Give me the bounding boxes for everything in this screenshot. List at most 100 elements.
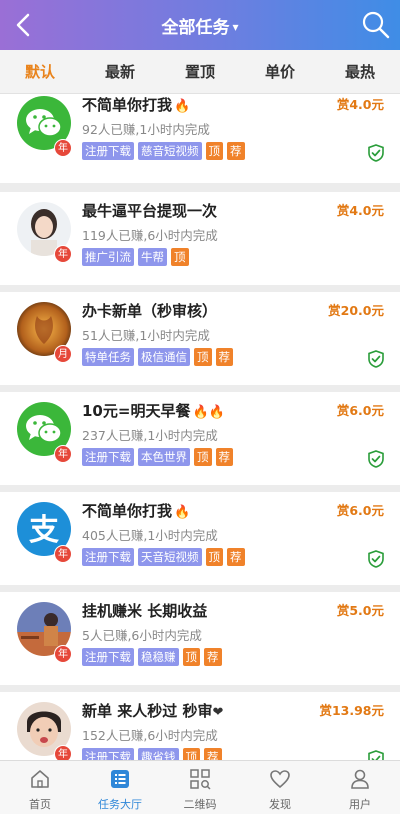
task-title: 挂机赚米 长期收益: [82, 600, 207, 621]
tabbar-item-user[interactable]: 用户: [320, 761, 400, 814]
task-tag: 极信通信: [138, 348, 190, 366]
task-title-text: 新单 来人秒过 秒审: [82, 702, 213, 720]
task-title-text: 最牛逼平台提现一次: [82, 202, 218, 220]
heart-icon: ❤: [212, 705, 224, 720]
task-title: 新单 来人秒过 秒审❤: [82, 700, 223, 721]
page-title-text: 全部任务: [161, 18, 230, 38]
membership-badge: 年: [54, 545, 72, 563]
sort-tabs: 默认 最新 置顶 单价 最热: [0, 50, 400, 94]
task-tag: 趣省钱: [138, 748, 179, 760]
home-icon: [31, 770, 49, 788]
verified-shield-icon: [368, 144, 384, 162]
task-tag: 注册下载: [82, 142, 134, 160]
task-tag: 特单任务: [82, 348, 134, 366]
task-title: 不简单你打我 🔥: [82, 94, 190, 115]
task-tag: 注册下载: [82, 548, 134, 566]
task-list-item[interactable]: 月 办卡新单（秒审核） 51人已赚,1小时内完成 特单任务 极信通信顶荐 赏20.0元: [0, 292, 400, 385]
task-tag: 顶: [194, 448, 212, 466]
task-tag: 天音短视频: [138, 548, 202, 566]
task-tag: 稳稳赚: [138, 648, 179, 666]
search-icon[interactable]: [360, 9, 392, 41]
task-title: 不简单你打我 🔥: [82, 500, 190, 521]
top-bar: 全部任务 ▾: [0, 0, 400, 50]
page-title[interactable]: 全部任务 ▾: [0, 13, 400, 38]
membership-badge: 年: [54, 445, 72, 463]
task-title-text: 10元=明天早餐: [82, 402, 191, 420]
tabbar-label: 二维码: [183, 798, 217, 811]
task-stats: 92人已赚,1小时内完成: [82, 122, 210, 137]
task-tag: 注册下载: [82, 748, 134, 760]
task-tags: 注册下载 慈音短视频顶荐: [82, 142, 245, 160]
tab-price[interactable]: 单价: [240, 50, 320, 93]
tabbar-label: 发现: [269, 798, 291, 811]
tab-newest[interactable]: 最新: [80, 50, 160, 93]
task-title: 办卡新单（秒审核）: [82, 300, 217, 321]
task-list-item[interactable]: 年 最牛逼平台提现一次 119人已赚,6小时内完成 推广引流 牛帮顶 赏4.0元: [0, 192, 400, 285]
verified-shield-icon: [368, 350, 384, 368]
task-tag: 顶: [182, 648, 200, 666]
task-tag: 顶: [171, 248, 189, 266]
task-list: 年不简单你打我 🔥 92人已赚,1小时内完成 注册下载 慈音短视频顶荐赏4.0元年最牛逼…: [0, 94, 400, 760]
task-tag: 顶: [194, 348, 212, 366]
fire-icon: 🔥🔥: [192, 405, 225, 420]
heart-icon: [270, 770, 290, 789]
task-tag: 荐: [204, 748, 222, 760]
task-reward: 赏4.0元: [336, 97, 384, 112]
chevron-down-icon: ▾: [232, 20, 239, 34]
task-reward: 赏6.0元: [336, 403, 384, 418]
verified-shield-icon: [368, 450, 384, 468]
task-stats: 152人已赚,6小时内完成: [82, 728, 218, 743]
tabbar-item-qrcode[interactable]: 二维码: [160, 761, 240, 814]
task-tag: 荐: [215, 448, 233, 466]
task-tags: 注册下载 本色世界顶荐: [82, 448, 233, 466]
task-list-item[interactable]: 年 新单 来人秒过 秒审❤ 152人已赚,6小时内完成 注册下载 趣省钱顶荐 赏13.98…: [0, 692, 400, 760]
task-tags: 特单任务 极信通信顶荐: [82, 348, 233, 366]
list-icon: [111, 770, 129, 788]
task-stats: 237人已赚,1小时内完成: [82, 428, 218, 443]
svg-text:支: 支: [29, 513, 59, 548]
task-tag: 顶: [182, 748, 200, 760]
task-tag: 荐: [215, 348, 233, 366]
membership-badge: 年: [54, 745, 72, 760]
tabbar-item-discover[interactable]: 发现: [240, 761, 320, 814]
membership-badge: 月: [54, 345, 72, 363]
task-tag: 荐: [227, 548, 245, 566]
task-tag: 本色世界: [138, 448, 190, 466]
task-stats: 405人已赚,1小时内完成: [82, 528, 218, 543]
tabbar-label: 首页: [29, 798, 51, 811]
task-tag: 顶: [205, 548, 223, 566]
fire-icon: 🔥: [174, 99, 191, 114]
task-stats: 119人已赚,6小时内完成: [82, 228, 218, 243]
task-title-text: 办卡新单（秒审核）: [82, 302, 218, 320]
task-title-text: 挂机赚米 长期收益: [82, 602, 208, 620]
bottom-tab-bar: 首页 任务大厅 二维码 发现 用户: [0, 760, 400, 814]
task-tags: 注册下载 趣省钱顶荐: [82, 748, 222, 760]
task-title-text: 不简单你打我: [82, 502, 173, 520]
task-tag: 牛帮: [138, 248, 167, 266]
tabbar-item-home[interactable]: 首页: [0, 761, 80, 814]
task-tags: 注册下载 稳稳赚顶荐: [82, 648, 222, 666]
task-list-item[interactable]: 支年 不简单你打我 🔥 405人已赚,1小时内完成 注册下载 天音短视频顶荐 赏6.0元: [0, 492, 400, 585]
task-tag: 慈音短视频: [138, 142, 202, 160]
task-tag: 推广引流: [82, 248, 134, 266]
task-list-item[interactable]: 年 挂机赚米 长期收益 5人已赚,6小时内完成 注册下载 稳稳赚顶荐 赏5.0元: [0, 592, 400, 685]
task-reward: 赏5.0元: [336, 603, 384, 618]
task-tag: 顶: [205, 142, 223, 160]
tab-pinned[interactable]: 置顶: [160, 50, 240, 93]
verified-shield-icon: [368, 750, 384, 760]
task-title-text: 不简单你打我: [82, 96, 173, 114]
tab-default[interactable]: 默认: [0, 50, 80, 93]
membership-badge: 年: [54, 645, 72, 663]
membership-badge: 年: [54, 245, 72, 263]
task-list-item[interactable]: 年 不简单你打我 🔥 92人已赚,1小时内完成 注册下载 慈音短视频顶荐 赏4.0元: [0, 94, 400, 183]
task-title: 最牛逼平台提现一次: [82, 200, 217, 221]
task-reward: 赏6.0元: [336, 503, 384, 518]
tab-hottest[interactable]: 最热: [320, 50, 400, 93]
task-list-item[interactable]: 年 10元=明天早餐 🔥🔥 237人已赚,1小时内完成 注册下载 本色世界顶荐 赏6.0元: [0, 392, 400, 485]
task-reward: 赏20.0元: [328, 303, 384, 318]
task-title: 10元=明天早餐 🔥🔥: [82, 400, 225, 421]
user-icon: [351, 769, 369, 789]
tabbar-item-task-hall[interactable]: 任务大厅: [80, 761, 160, 814]
verified-shield-icon: [368, 550, 384, 568]
tabbar-label: 用户: [349, 798, 371, 811]
